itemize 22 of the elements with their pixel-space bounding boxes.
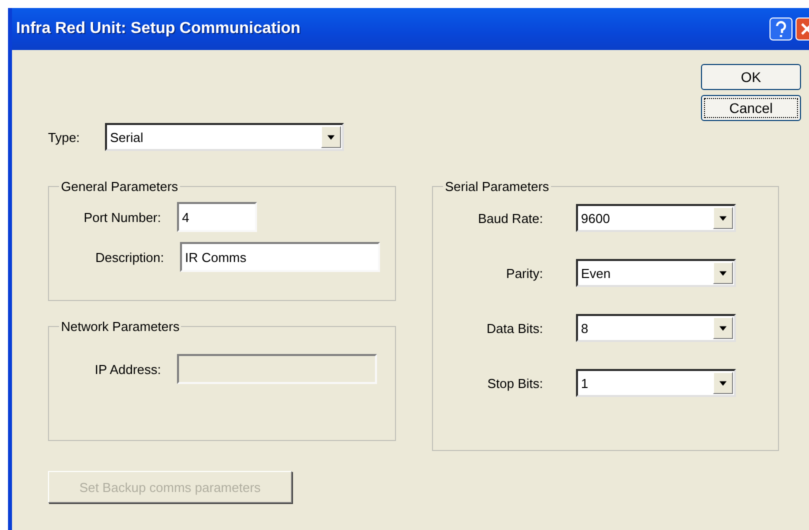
description-field[interactable]: IR Comms bbox=[180, 242, 380, 272]
value-dropdown[interactable]: Even bbox=[576, 259, 736, 287]
window-title: Infra Red Unit: Setup Communication bbox=[16, 20, 302, 38]
type-dropdown[interactable]: Serial bbox=[105, 123, 344, 151]
field-label: Port Number: bbox=[84, 210, 162, 224]
field-label: Description: bbox=[95, 250, 165, 264]
cancel-button[interactable]: Cancel bbox=[701, 95, 801, 121]
value-dropdown[interactable]: 8 bbox=[576, 314, 736, 342]
port-number-field[interactable]: 4 bbox=[177, 202, 257, 232]
group-title: Network Parameters bbox=[60, 319, 180, 334]
group-title: Serial Parameters bbox=[444, 179, 550, 194]
help-icon[interactable] bbox=[769, 17, 793, 41]
type-label: Type: bbox=[48, 130, 81, 144]
field-label: Parity: bbox=[506, 266, 544, 280]
field-label: Baud Rate: bbox=[478, 210, 544, 226]
field-label: Stop Bits: bbox=[487, 376, 544, 390]
field-label: Data Bits: bbox=[486, 320, 544, 336]
value-dropdown[interactable]: 9600 bbox=[576, 204, 736, 232]
group-title: General Parameters bbox=[60, 179, 180, 194]
ok-button[interactable]: OK bbox=[701, 64, 801, 90]
value-dropdown[interactable]: 1 bbox=[576, 369, 736, 397]
field-label: IP Address: bbox=[94, 362, 162, 376]
